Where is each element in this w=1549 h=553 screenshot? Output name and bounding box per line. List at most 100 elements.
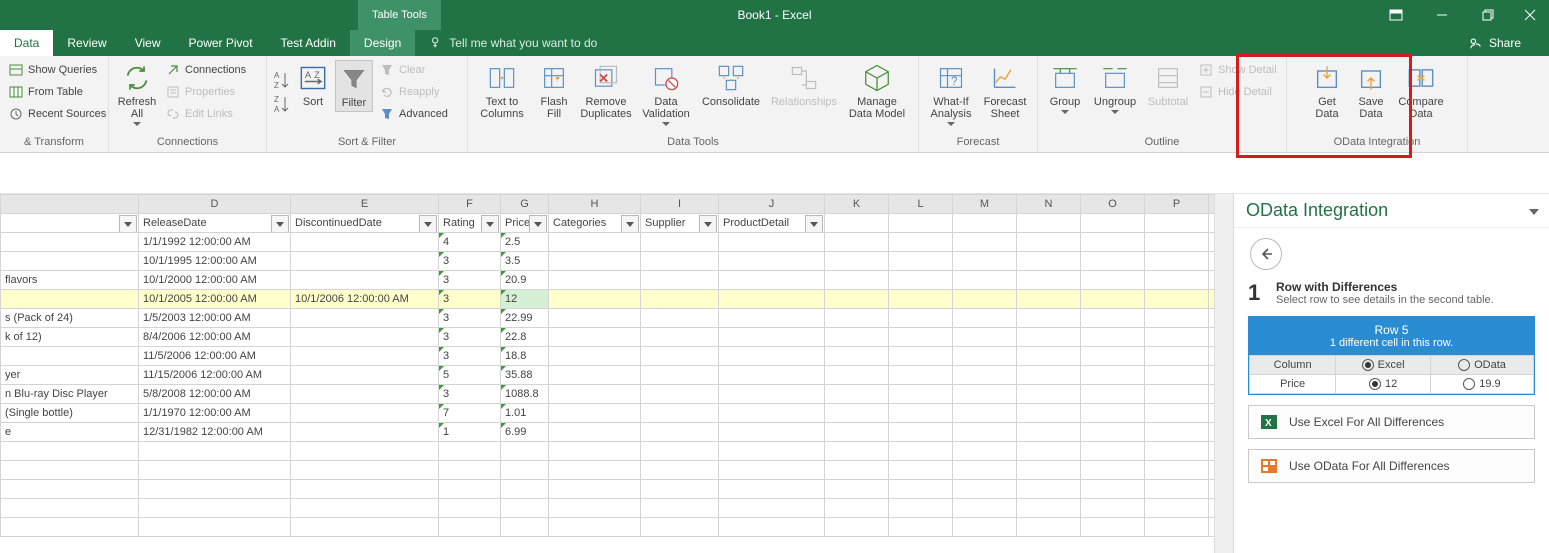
share-label: Share [1489, 36, 1521, 50]
ungroup-icon [1099, 62, 1131, 94]
table-row[interactable]: (Single bottle)1/1/1970 12:00:00 AM71.01 [1, 404, 1215, 423]
relationships-icon [788, 62, 820, 94]
close-button[interactable] [1511, 0, 1549, 30]
properties-button[interactable]: Properties [163, 82, 248, 102]
filter-dropdown[interactable] [481, 215, 499, 233]
empty-row[interactable] [1, 461, 1215, 480]
empty-row[interactable] [1, 518, 1215, 537]
refresh-all-button[interactable]: Refresh All [115, 60, 159, 128]
odata-icon [1259, 456, 1279, 476]
filter-dropdown[interactable] [805, 215, 823, 233]
svg-text:A: A [274, 71, 280, 80]
table-row[interactable]: 10/1/1995 12:00:00 AM33.5 [1, 252, 1215, 271]
sort-az-icon[interactable]: AZ [273, 70, 291, 90]
forecast-icon [989, 62, 1021, 94]
filter-dropdown[interactable] [529, 215, 547, 233]
compare-data-button[interactable]: Compare Data [1395, 60, 1447, 122]
what-if-analysis-button[interactable]: ?What-If Analysis [925, 60, 977, 128]
diff-excel-header: Excel [1336, 356, 1431, 375]
maximize-button[interactable] [1465, 0, 1511, 30]
filter-dropdown[interactable] [119, 215, 137, 233]
properties-icon [165, 84, 181, 100]
consolidate-icon [715, 62, 747, 94]
table-row[interactable]: e12/31/1982 12:00:00 AM16.99 [1, 423, 1215, 442]
tab-view[interactable]: View [121, 30, 175, 56]
get-data-button[interactable]: Get Data [1307, 60, 1347, 122]
table-row[interactable]: n Blu-ray Disc Player5/8/2008 12:00:00 A… [1, 385, 1215, 404]
empty-row[interactable] [1, 480, 1215, 499]
filter-dropdown[interactable] [271, 215, 289, 233]
table-row[interactable]: flavors10/1/2000 12:00:00 AM320.9 [1, 271, 1215, 290]
share-button[interactable]: Share [1455, 30, 1535, 56]
table-row-highlighted[interactable]: 10/1/2005 12:00:00 AM10/1/2006 12:00:00 … [1, 290, 1215, 309]
relationships-button[interactable]: Relationships [768, 60, 840, 110]
table-row[interactable]: 11/5/2006 12:00:00 AM318.8 [1, 347, 1215, 366]
diff-excel-value[interactable]: 12 [1336, 375, 1431, 394]
from-table-button[interactable]: From Table [6, 82, 108, 102]
diff-row-sub: 1 different cell in this row. [1249, 337, 1534, 349]
tab-review[interactable]: Review [53, 30, 120, 56]
tab-power-pivot[interactable]: Power Pivot [175, 30, 267, 56]
table-row[interactable]: k of 12)8/4/2006 12:00:00 AM322.8 [1, 328, 1215, 347]
sort-za-icon[interactable]: ZA [273, 94, 291, 114]
group-icon [1049, 62, 1081, 94]
use-odata-all-button[interactable]: Use OData For All Differences [1248, 449, 1535, 483]
formula-bar-area [0, 153, 1549, 194]
hide-detail-button[interactable]: Hide Detail [1196, 82, 1279, 102]
chevron-down-icon [662, 122, 670, 126]
empty-row[interactable] [1, 499, 1215, 518]
filter-button[interactable]: Filter [335, 60, 373, 112]
connections-button[interactable]: Connections [163, 60, 248, 80]
filter-dropdown[interactable] [621, 215, 639, 233]
show-queries-button[interactable]: Show Queries [6, 60, 108, 80]
svg-text:A: A [274, 105, 280, 114]
diff-odata-value[interactable]: 19.9 [1430, 375, 1533, 394]
group-get-transform-label: & Transform [6, 134, 102, 152]
edit-links-button[interactable]: Edit Links [163, 104, 248, 124]
title-bar: Table Tools Book1 - Excel [0, 0, 1549, 30]
manage-data-model-button[interactable]: Manage Data Model [844, 60, 910, 122]
ribbon: Show Queries From Table Recent Sources &… [0, 56, 1549, 153]
tell-me-search[interactable]: Tell me what you want to do [415, 30, 597, 56]
show-detail-button[interactable]: Show Detail [1196, 60, 1279, 80]
tab-data[interactable]: Data [0, 30, 53, 56]
group-button[interactable]: Group [1044, 60, 1086, 116]
refresh-icon [121, 62, 153, 94]
forecast-sheet-button[interactable]: Forecast Sheet [981, 60, 1029, 122]
table-row[interactable]: s (Pack of 24)1/5/2003 12:00:00 AM322.99 [1, 309, 1215, 328]
vertical-scrollbar[interactable] [1214, 194, 1233, 553]
table-row[interactable]: yer11/15/2006 12:00:00 AM535.88 [1, 366, 1215, 385]
data-model-icon [861, 62, 893, 94]
empty-row[interactable] [1, 442, 1215, 461]
subtotal-button[interactable]: Subtotal [1144, 60, 1192, 110]
minimize-button[interactable] [1419, 0, 1465, 30]
table-header-row: ReleaseDate DiscontinuedDate Rating Pric… [1, 214, 1215, 233]
worksheet-grid[interactable]: DEF GHI JKL MNO P ReleaseDate Discontinu… [0, 194, 1214, 553]
consolidate-button[interactable]: Consolidate [698, 60, 764, 110]
data-validation-button[interactable]: Data Validation [638, 60, 694, 128]
tab-test-addin[interactable]: Test Addin [267, 30, 350, 56]
back-button[interactable] [1250, 238, 1282, 270]
table-row[interactable]: 1/1/1992 12:00:00 AM42.5 [1, 233, 1215, 252]
ribbon-display-options-icon[interactable] [1373, 0, 1419, 30]
reapply-button[interactable]: Reapply [377, 82, 450, 102]
sort-button[interactable]: AZ Sort [295, 60, 331, 110]
text-to-columns-button[interactable]: Text to Columns [474, 60, 530, 122]
recent-sources-button[interactable]: Recent Sources [6, 104, 108, 124]
filter-dropdown[interactable] [419, 215, 437, 233]
tab-design[interactable]: Design [350, 30, 415, 56]
clear-filter-button[interactable]: Clear [377, 60, 450, 80]
group-odata-label: OData Integration [1293, 134, 1461, 152]
use-excel-all-button[interactable]: X Use Excel For All Differences [1248, 405, 1535, 439]
advanced-filter-button[interactable]: Advanced [377, 104, 450, 124]
flash-fill-button[interactable]: Flash Fill [534, 60, 574, 122]
remove-duplicates-button[interactable]: Remove Duplicates [578, 60, 634, 122]
svg-text:Z: Z [314, 70, 320, 80]
show-detail-icon [1198, 62, 1214, 78]
filter-dropdown[interactable] [699, 215, 717, 233]
pane-dropdown-icon[interactable] [1529, 204, 1539, 218]
column-headers[interactable]: DEF GHI JKL MNO P [1, 195, 1215, 214]
save-data-button[interactable]: Save Data [1351, 60, 1391, 122]
ungroup-button[interactable]: Ungroup [1090, 60, 1140, 116]
diff-col-header: Column [1250, 356, 1336, 375]
